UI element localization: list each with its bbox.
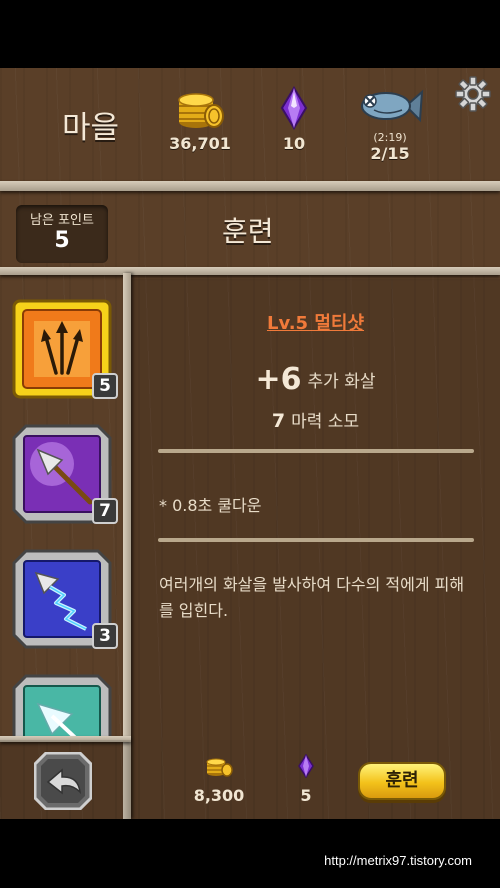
bonus-arrows-label: 추가 화살 <box>307 372 376 392</box>
bottom-bar: 8,300 5 훈련 <box>0 740 500 819</box>
skill-slot-lightning-arrow[interactable]: 3 <box>12 549 118 649</box>
bonus-arrows-value: +6 <box>255 362 302 397</box>
fish-timer: (2:19) <box>373 131 407 144</box>
fish-amount: 2/15 <box>370 144 410 163</box>
back-button[interactable] <box>34 752 92 810</box>
ice-arrow-skill-icon <box>12 674 112 740</box>
skill-level-badge: 7 <box>92 498 118 524</box>
skill-level-badge: 5 <box>92 373 118 399</box>
header-divider <box>0 181 500 191</box>
gold-coins-icon <box>206 758 233 777</box>
gem-counter: 10 <box>254 86 334 153</box>
resource-header: 마을 36,701 10 (2:19) 2/15 <box>0 68 500 181</box>
remaining-points-box: 남은 포인트 5 <box>16 205 108 263</box>
gear-icon[interactable] <box>455 76 491 112</box>
train-button[interactable]: 훈련 <box>358 762 446 800</box>
gem-amount: 10 <box>282 134 306 153</box>
remaining-points-label: 남은 포인트 <box>30 213 94 228</box>
mana-cost-label: 마력 소모 <box>291 412 360 432</box>
purple-gem-icon <box>298 753 314 779</box>
detail-divider <box>158 449 474 453</box>
watermark-url: http://metrix97.tistory.com <box>324 853 472 868</box>
fish-counter: (2:19) 2/15 <box>350 86 430 163</box>
skill-level-badge: 3 <box>92 623 118 649</box>
skill-list[interactable]: 5 7 3 <box>0 279 123 740</box>
gold-amount: 36,701 <box>169 134 231 153</box>
page-title: 훈련 <box>222 215 274 248</box>
gold-counter: 36,701 <box>160 86 240 153</box>
skill-slot-multishot[interactable]: 5 <box>12 299 118 399</box>
gold-cost-amount: 8,300 <box>193 786 245 805</box>
remaining-points-value: 5 <box>54 228 70 253</box>
cooldown-text: * 0.8초 쿨다운 <box>159 496 262 515</box>
bonus-arrows-stat: +6 추가 화살 <box>131 362 500 397</box>
gold-cost: 8,300 <box>179 754 259 805</box>
detail-divider <box>158 538 474 542</box>
gem-cost: 5 <box>266 753 346 805</box>
skill-slot-purple-arrow[interactable]: 7 <box>12 424 118 524</box>
title-divider <box>0 267 500 275</box>
skill-slot-ice-arrow[interactable] <box>12 674 112 740</box>
mana-cost-value: 7 <box>271 410 286 432</box>
gem-cost-amount: 5 <box>300 786 312 805</box>
purple-gem-icon <box>280 86 308 130</box>
gold-coins-icon <box>178 93 224 128</box>
fish-icon <box>361 89 424 123</box>
skill-name[interactable]: Lv.5 멀티샷 <box>131 309 500 335</box>
mana-cost-stat: 7 마력 소모 <box>131 407 500 432</box>
game-screen: 마을 36,701 10 (2:19) 2/15 남은 포인트 5 훈련 5 7… <box>0 68 500 819</box>
title-row: 남은 포인트 5 훈련 <box>0 192 500 264</box>
skill-description: 여러개의 화살을 발사하여 다수의 적에게 피해를 입힌다. <box>159 575 465 620</box>
skill-detail-panel: Lv.5 멀티샷 +6 추가 화살 7 마력 소모 * 0.8초 쿨다운 여러개의 … <box>131 279 500 740</box>
location-title: 마을 <box>62 110 120 146</box>
